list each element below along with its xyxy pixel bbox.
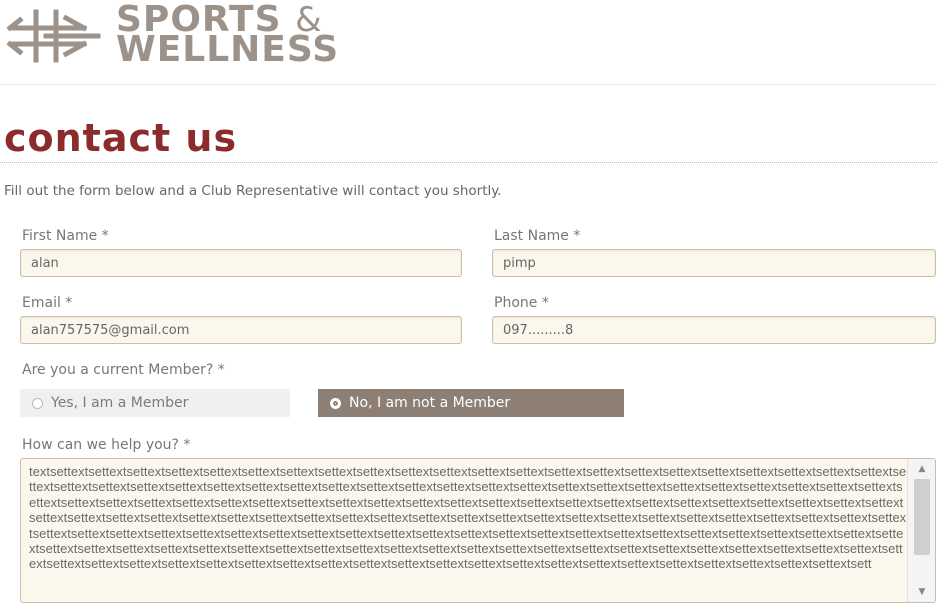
brand-logo[interactable]: SPORTS & WELLNESS [6,2,426,68]
radio-checked-icon[interactable] [330,397,341,409]
last-name-input[interactable] [492,249,936,277]
email-label: Email * [22,295,73,311]
last-name-label: Last Name * [494,228,581,244]
page-title: contact us [4,116,238,160]
header-divider [0,84,937,85]
radio-unchecked-icon[interactable] [32,397,43,409]
email-input[interactable] [20,316,462,344]
first-name-input[interactable] [20,249,462,277]
help-textarea[interactable]: textsettextsettextsettextsettextsettexts… [20,458,936,603]
first-name-label: First Name * [22,228,109,244]
form-intro-text: Fill out the form below and a Club Repre… [4,183,502,199]
phone-label: Phone * [494,295,549,311]
member-question-label: Are you a current Member? * [22,362,225,378]
help-textarea-content[interactable]: textsettextsettextsettextsettextsettexts… [29,464,907,572]
title-divider [0,162,937,163]
sports-wellness-logo-icon [6,9,101,63]
help-label: How can we help you? * [22,437,191,453]
member-yes-option[interactable]: Yes, I am a Member [20,389,290,417]
member-no-label: No, I am not a Member [349,395,511,411]
scroll-down-arrow-icon[interactable]: ▼ [908,584,935,600]
textarea-scrollbar[interactable]: ▲ ▼ [907,459,935,602]
scrollbar-thumb[interactable] [914,479,930,555]
brand-name-line2: WELLNESS [116,29,340,70]
scroll-up-arrow-icon[interactable]: ▲ [908,461,935,477]
member-yes-label: Yes, I am a Member [51,395,189,411]
member-no-option[interactable]: No, I am not a Member [318,389,624,417]
phone-input[interactable] [492,316,936,344]
